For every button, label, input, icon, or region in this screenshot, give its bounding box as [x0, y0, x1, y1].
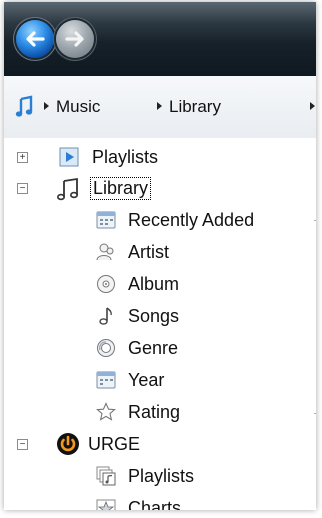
music-note-icon[interactable]: [14, 95, 34, 119]
tree-item-label: Year: [128, 369, 165, 390]
tree-item-label: Recently Added: [128, 209, 255, 230]
artist-icon: [96, 243, 114, 261]
stacked-playlists-icon: [96, 466, 116, 486]
charts-icon: [96, 499, 116, 510]
tree-item-label: Charts: [128, 497, 182, 511]
breadcrumb-chevron-icon[interactable]: [44, 102, 49, 110]
tree-item-label: Album: [128, 273, 180, 294]
divider: [314, 413, 316, 414]
tree-item-urge[interactable]: URGE: [88, 429, 140, 459]
tree-item-library[interactable]: Library: [90, 173, 152, 203]
year-calendar-icon: [96, 371, 116, 389]
tree-item-label: URGE: [88, 433, 141, 454]
tree-item-genre[interactable]: Genre: [128, 333, 178, 363]
breadcrumb: Music Library: [4, 76, 316, 139]
breadcrumb-item-library[interactable]: Library: [169, 97, 221, 117]
back-arrow-icon: [26, 31, 45, 47]
breadcrumb-chevron-icon[interactable]: [310, 102, 315, 110]
tree-item-rating[interactable]: Rating: [128, 397, 180, 427]
expand-button[interactable]: +: [17, 152, 28, 163]
back-button[interactable]: [16, 20, 54, 58]
tree-item-playlists[interactable]: Playlists: [92, 142, 158, 172]
breadcrumb-item-music[interactable]: Music: [56, 97, 100, 117]
tree-item-charts[interactable]: Charts: [128, 493, 182, 511]
star-icon: [96, 402, 116, 421]
tree-item-label: Playlists: [128, 465, 195, 486]
tree-item-urge-playlists[interactable]: Playlists: [128, 461, 194, 491]
tree-item-year[interactable]: Year: [128, 365, 164, 395]
tree-item-label: Rating: [128, 401, 181, 422]
album-disc-icon: [97, 275, 115, 293]
tree-item-label: Playlists: [92, 146, 159, 167]
calendar-icon: [96, 211, 116, 229]
tree-item-label: Library: [90, 176, 152, 200]
breadcrumb-chevron-icon[interactable]: [157, 102, 162, 110]
collapse-button[interactable]: −: [17, 439, 28, 450]
urge-power-icon: [57, 433, 79, 455]
genre-icon: [97, 339, 115, 357]
tree-item-songs[interactable]: Songs: [128, 301, 179, 331]
navigation-tree: + Playlists − Library Recently Added Art…: [4, 138, 316, 510]
forward-button[interactable]: [56, 20, 94, 58]
divider: [314, 220, 316, 221]
library-notes-icon: [56, 177, 79, 201]
tree-item-label: Songs: [128, 305, 180, 326]
window-frame: Music Library + Playlists − Library Rece…: [4, 2, 316, 510]
playlist-play-icon: [59, 147, 79, 167]
tree-item-label: Genre: [128, 337, 179, 358]
navigation-bar: [4, 2, 316, 76]
tree-item-album[interactable]: Album: [128, 269, 179, 299]
song-note-icon: [99, 307, 112, 325]
forward-arrow-icon: [65, 31, 84, 47]
tree-item-label: Artist: [128, 241, 170, 262]
tree-item-recently-added[interactable]: Recently Added: [128, 205, 254, 235]
tree-item-artist[interactable]: Artist: [128, 237, 169, 267]
collapse-button[interactable]: −: [17, 183, 28, 194]
